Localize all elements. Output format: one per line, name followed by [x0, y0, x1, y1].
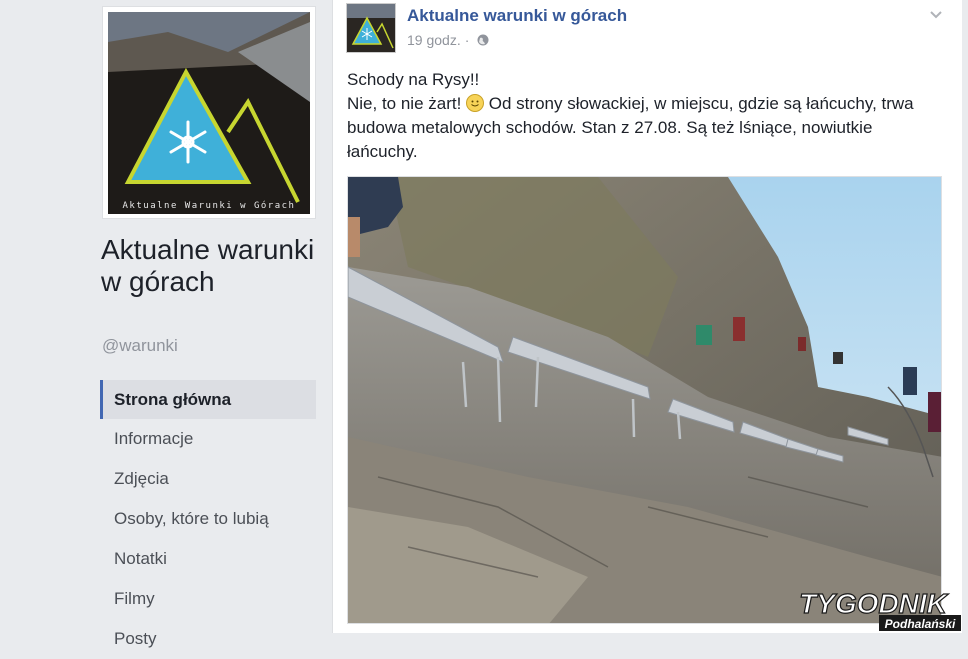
- nav-item-photos[interactable]: Zdjęcia: [100, 459, 316, 499]
- nav-item-home[interactable]: Strona główna: [100, 380, 316, 419]
- tygodnik-podhalanski-watermark: TYGODNIK Podhalański: [779, 587, 964, 631]
- post-message: Schody na Rysy!! Nie, to nie żart! Od st…: [347, 68, 947, 164]
- post-text-body: Nie, to nie żart! Od strony słowackiej, …: [347, 92, 947, 164]
- nav-item-notes[interactable]: Notatki: [100, 539, 316, 579]
- nav-item-posts[interactable]: Posty: [100, 619, 316, 659]
- avatar-logo-image: [347, 4, 395, 52]
- post-author-link[interactable]: Aktualne warunki w górach: [407, 6, 627, 26]
- post-text-part-a: Nie, to nie żart!: [347, 94, 462, 113]
- page-handle: @warunki: [102, 336, 178, 355]
- post-meta: 19 godz. ·: [407, 32, 489, 48]
- post-timestamp[interactable]: 19 godz.: [407, 32, 461, 48]
- nav-item-about[interactable]: Informacje: [100, 419, 316, 459]
- smile-emoji-icon: [466, 94, 485, 112]
- watermark-sub: Podhalański: [885, 617, 956, 631]
- nav-item-videos[interactable]: Filmy: [100, 579, 316, 619]
- logo-image: Aktualne Warunki w Górach: [108, 12, 310, 214]
- chevron-down-icon[interactable]: [928, 6, 944, 22]
- svg-text:Aktualne Warunki w Górach: Aktualne Warunki w Górach: [123, 200, 296, 211]
- post-card: Aktualne warunki w górach 19 godz. · Scho…: [333, 0, 962, 633]
- post-text-line-1: Schody na Rysy!!: [347, 70, 480, 89]
- meta-separator: ·: [464, 32, 470, 48]
- post-photo[interactable]: [347, 176, 942, 624]
- page-navigation: Strona główna Informacje Zdjęcia Osoby, …: [100, 380, 316, 659]
- nav-item-likes[interactable]: Osoby, które to lubią: [100, 499, 316, 539]
- author-avatar[interactable]: [346, 3, 396, 53]
- watermark-brand: TYGODNIK: [799, 588, 949, 619]
- profile-picture-frame[interactable]: Aktualne Warunki w Górach: [102, 6, 316, 219]
- globe-icon[interactable]: [473, 32, 489, 48]
- mountain-stairs-photo: [348, 177, 941, 623]
- profile-picture[interactable]: Aktualne Warunki w Górach: [108, 12, 310, 214]
- page-title: Aktualne warunki w górach: [101, 234, 315, 297]
- page-sidebar: Aktualne Warunki w Górach Aktualne warun…: [72, 0, 333, 648]
